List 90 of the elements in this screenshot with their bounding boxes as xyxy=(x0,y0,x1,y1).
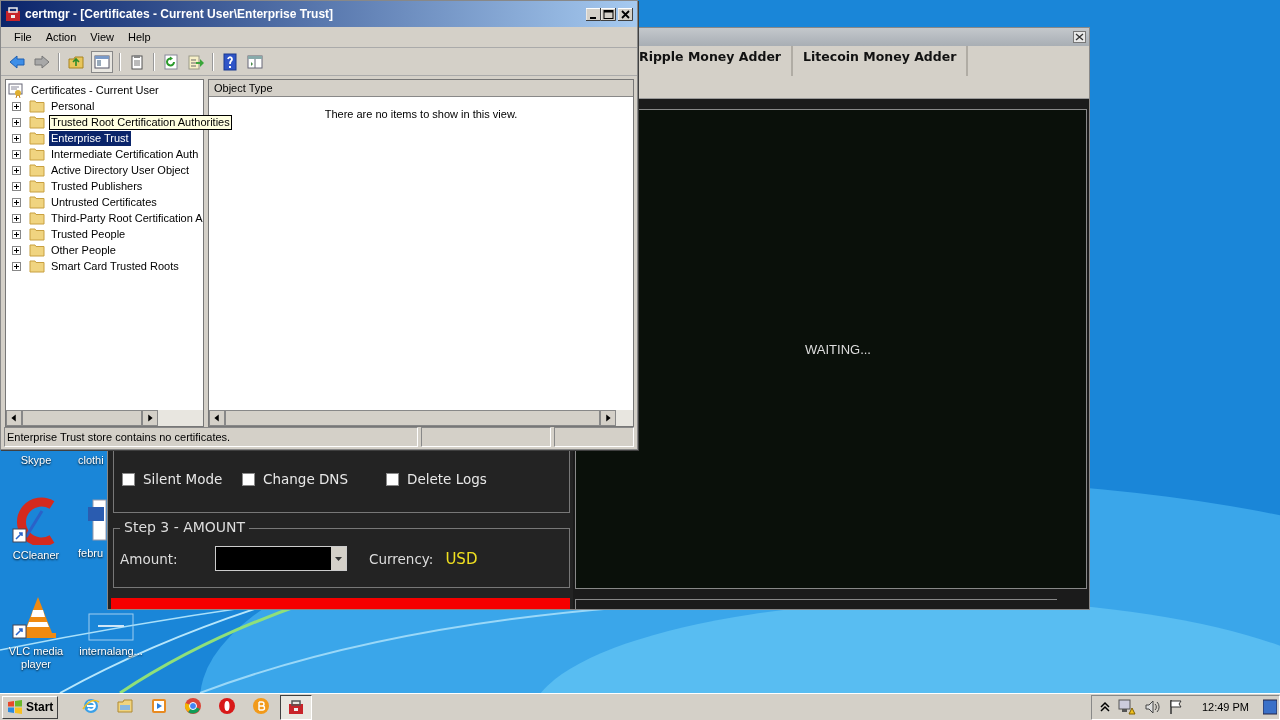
chrome-icon[interactable] xyxy=(184,697,203,715)
status-text: Enterprise Trust store contains no certificates. xyxy=(4,427,418,447)
scroll-left-icon[interactable] xyxy=(6,410,22,426)
desktop-icon-label[interactable]: CCleaner xyxy=(12,549,60,562)
close-icon[interactable] xyxy=(618,7,633,21)
scrollbar-thumb[interactable] xyxy=(22,410,143,426)
folder-icon xyxy=(29,131,45,145)
minimize-icon[interactable] xyxy=(586,7,601,21)
clock[interactable]: 12:49 PM xyxy=(1201,701,1249,713)
empty-message: There are no items to show in this view. xyxy=(324,108,518,122)
menu-item[interactable]: Help xyxy=(120,31,158,43)
play-icon[interactable] xyxy=(150,697,169,715)
expand-icon[interactable] xyxy=(12,101,21,111)
desktop-icon-label[interactable]: febru xyxy=(78,547,104,560)
document-icon[interactable] xyxy=(87,499,107,543)
tree-item[interactable]: Certificates - Current User xyxy=(29,82,161,98)
status-text: WAITING... xyxy=(805,341,871,357)
column-header[interactable]: Object Type xyxy=(209,82,273,94)
toolbox-icon[interactable] xyxy=(287,698,306,716)
expand-icon[interactable] xyxy=(12,261,21,271)
tree-item[interactable]: Trusted Publishers xyxy=(49,178,145,194)
folder-icon xyxy=(29,147,45,161)
tab[interactable]: Litecoin Money Adder xyxy=(793,46,969,76)
tree-item[interactable]: Personal xyxy=(49,98,97,114)
currency-label: Currency: xyxy=(369,550,434,567)
tree-item[interactable]: Enterprise Trust xyxy=(49,130,131,146)
tree-item[interactable]: Smart Card Trusted Roots xyxy=(49,258,181,274)
expand-icon[interactable] xyxy=(12,245,21,255)
amount-label: Amount: xyxy=(120,550,179,567)
refresh-icon[interactable] xyxy=(161,51,181,72)
checkbox[interactable] xyxy=(386,472,399,486)
tree-item[interactable]: Active Directory User Object xyxy=(49,162,192,178)
help-icon[interactable] xyxy=(220,51,240,72)
expand-icon[interactable] xyxy=(12,165,21,175)
checkbox-label: Change DNS xyxy=(263,471,349,487)
desktop-icon-label[interactable]: Skype xyxy=(20,454,52,467)
currency-value: USD xyxy=(445,549,478,568)
checkbox[interactable] xyxy=(242,472,255,486)
checkbox-label: Delete Logs xyxy=(407,471,487,487)
folder-icon xyxy=(29,115,45,129)
scrollbar[interactable] xyxy=(6,410,203,426)
browser-e-icon[interactable] xyxy=(82,697,101,715)
close-icon[interactable] xyxy=(1073,31,1086,43)
tree-item[interactable]: Third-Party Root Certification A xyxy=(49,210,205,226)
amount-dropdown[interactable] xyxy=(215,546,347,571)
folder-icon xyxy=(29,211,45,225)
certificate-icon xyxy=(8,82,24,98)
scroll-right-icon[interactable] xyxy=(142,410,159,426)
tree-item[interactable]: Trusted Root Certification Authorities xyxy=(49,114,232,130)
menu-item[interactable]: Action xyxy=(38,31,84,43)
scroll-right-icon[interactable] xyxy=(600,410,617,426)
pane-toggle-icon[interactable] xyxy=(91,50,113,73)
expand-icon[interactable] xyxy=(12,197,21,207)
windows-logo-icon xyxy=(7,699,23,715)
flag-icon[interactable] xyxy=(1167,699,1184,715)
folder-icon xyxy=(29,243,45,257)
scroll-left-icon[interactable] xyxy=(209,410,225,426)
tree-item[interactable]: Other People xyxy=(49,242,118,258)
folder-icon xyxy=(29,227,45,241)
folder-icon xyxy=(29,99,45,113)
expand-icon[interactable] xyxy=(12,213,21,223)
file-icon[interactable] xyxy=(88,613,134,641)
group-title: Step 3 - AMOUNT xyxy=(120,519,250,535)
desktop-icon-label[interactable]: clothi xyxy=(78,454,104,467)
folder-icon xyxy=(29,195,45,209)
opera-icon[interactable] xyxy=(218,697,237,715)
start-button[interactable]: Start xyxy=(2,695,59,719)
speaker-icon[interactable] xyxy=(1143,699,1160,715)
chevron-up-icon[interactable] xyxy=(1099,701,1110,713)
window-title: certmgr - [Certificates - Current User\Enterprise Trust] xyxy=(25,7,335,21)
desktop-icon-label[interactable]: internalang... xyxy=(79,645,143,658)
checkbox-label: Silent Mode xyxy=(143,471,223,487)
network-warning-icon[interactable] xyxy=(1117,699,1136,715)
tree-item[interactable]: Untrusted Certificates xyxy=(49,194,159,210)
menu-item[interactable]: File xyxy=(7,31,39,43)
desktop-icon-label[interactable]: VLC media player xyxy=(3,645,69,671)
expand-icon[interactable] xyxy=(12,117,21,127)
tree-item[interactable]: Trusted People xyxy=(49,226,128,242)
maximize-icon[interactable] xyxy=(601,7,616,21)
toolbox-icon xyxy=(5,6,21,22)
folder-icon xyxy=(29,259,45,273)
folder-icon xyxy=(29,163,45,177)
expand-icon[interactable] xyxy=(12,181,21,191)
checkbox[interactable] xyxy=(122,472,135,486)
folder-icon xyxy=(29,179,45,193)
menu-item[interactable]: View xyxy=(83,31,121,43)
tree-item[interactable]: Intermediate Certification Auth xyxy=(49,146,201,162)
expand-icon[interactable] xyxy=(12,149,21,159)
expand-icon[interactable] xyxy=(12,133,21,143)
expand-icon[interactable] xyxy=(12,229,21,239)
